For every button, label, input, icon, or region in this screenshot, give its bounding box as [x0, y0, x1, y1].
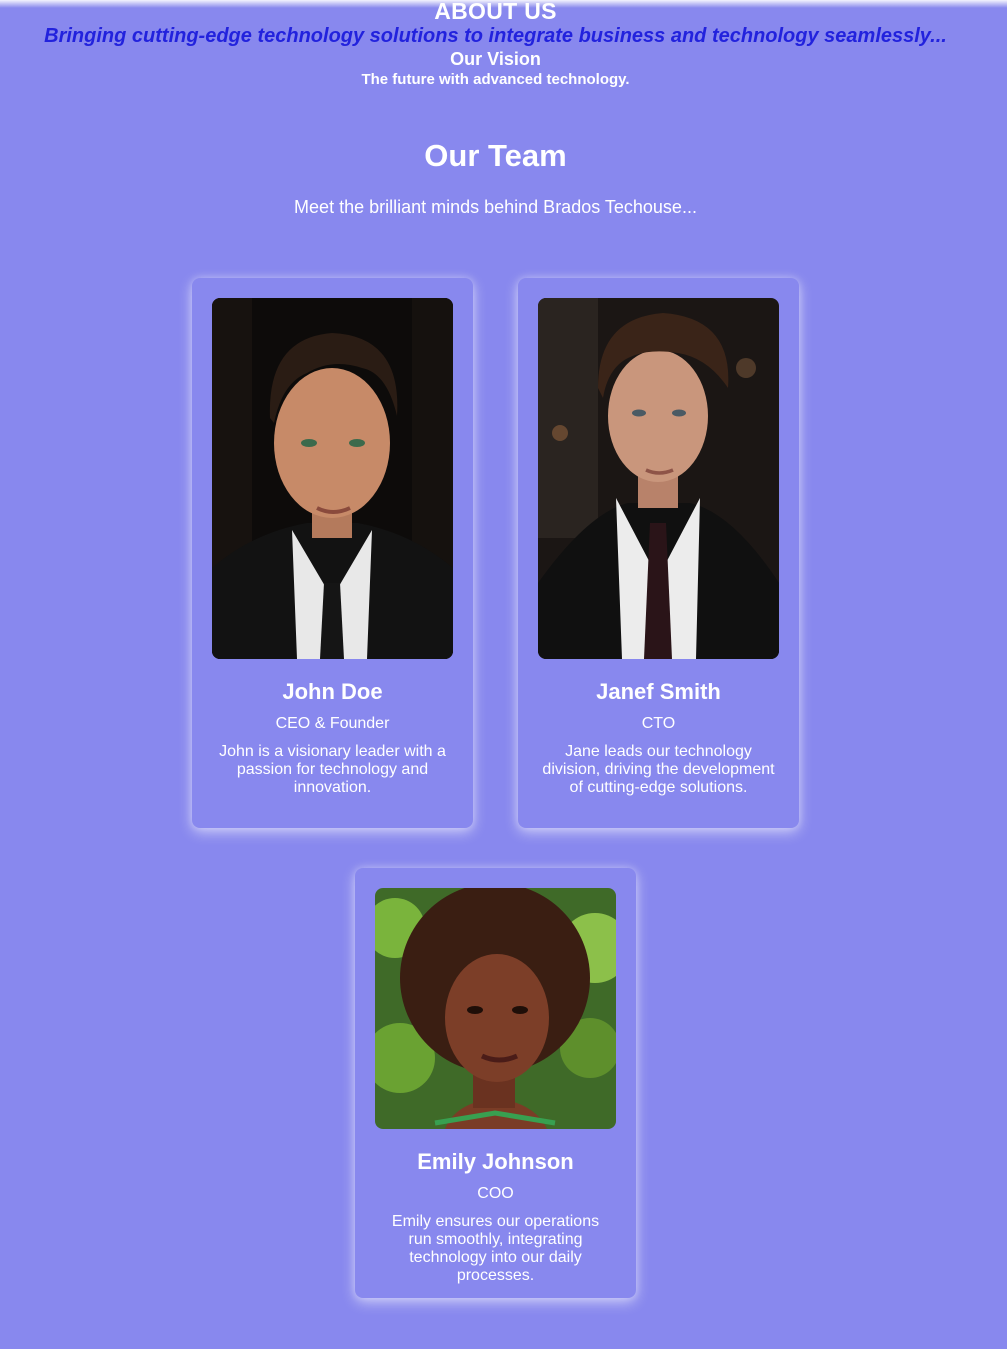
member-bio: Jane leads our technology division, driv…: [542, 743, 775, 796]
team-subtitle: Meet the brilliant minds behind Brados T…: [294, 197, 697, 217]
member-role: COO: [477, 1185, 514, 1202]
team-card-john: John Doe CEO & Founder John is a visiona…: [192, 278, 473, 828]
team-photo-john: [212, 298, 453, 659]
team-photo-jane: [538, 298, 779, 659]
member-bio: Emily ensures our operations run smoothl…: [391, 1213, 600, 1284]
about-title: ABOUT US: [434, 0, 557, 24]
member-bio: John is a visionary leader with a passio…: [219, 743, 446, 796]
member-name: Janef Smith: [596, 679, 721, 704]
member-name: Emily Johnson: [417, 1149, 574, 1174]
team-card-jane: Janef Smith CTO Jane leads our technolog…: [518, 278, 799, 828]
team-title: Our Team: [424, 138, 567, 173]
about-tagline: Bringing cutting-edge technology solutio…: [44, 25, 947, 47]
member-name: John Doe: [282, 679, 383, 704]
member-role: CEO & Founder: [275, 715, 390, 732]
team-photo-emily: [375, 888, 616, 1129]
vision-text: The future with advanced technology.: [361, 71, 630, 88]
team-card-emily: Emily Johnson COO Emily ensures our oper…: [355, 868, 636, 1298]
member-role: CTO: [641, 715, 676, 732]
vision-title: Our Vision: [450, 49, 541, 69]
